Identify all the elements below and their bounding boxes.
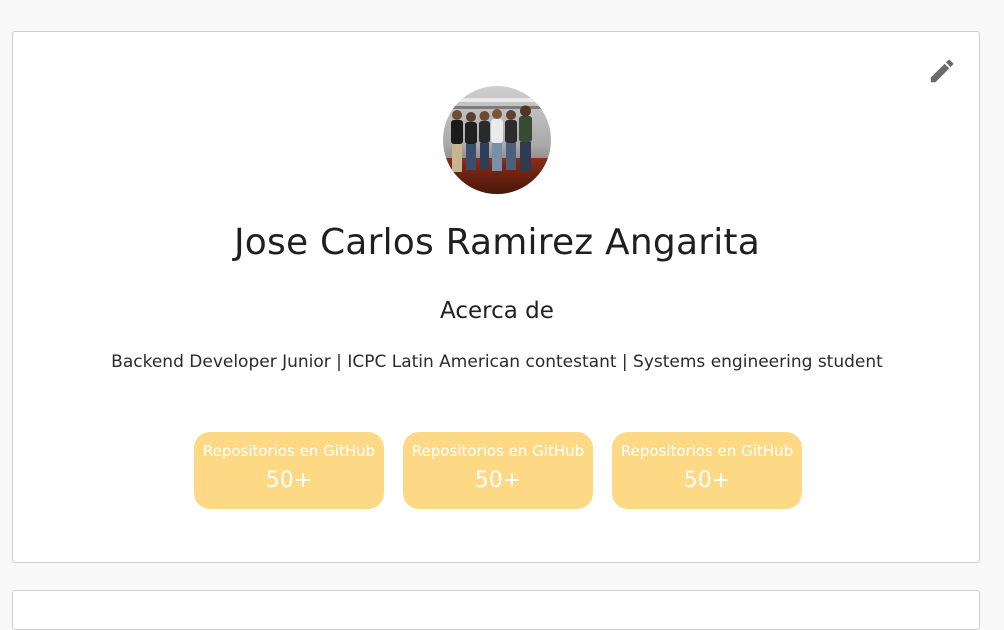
stat-card: Repositorios en GitHub 50+ [612, 432, 802, 509]
profile-name: Jose Carlos Ramirez Angarita [233, 222, 760, 263]
avatar-photo [443, 86, 551, 194]
about-heading: Acerca de [440, 298, 554, 324]
avatar [443, 86, 551, 194]
secondary-card [12, 590, 980, 630]
stats-row: Repositorios en GitHub 50+ Repositorios … [194, 432, 802, 509]
stat-value: 50+ [265, 468, 313, 493]
pencil-icon [930, 59, 954, 83]
stat-card: Repositorios en GitHub 50+ [194, 432, 384, 509]
profile-card: Jose Carlos Ramirez Angarita Acerca de B… [12, 31, 980, 563]
stat-value: 50+ [474, 468, 522, 493]
stat-label: Repositorios en GitHub [202, 442, 376, 460]
about-description: Backend Developer Junior | ICPC Latin Am… [111, 352, 883, 372]
stat-label: Repositorios en GitHub [411, 442, 585, 460]
stat-card: Repositorios en GitHub 50+ [403, 432, 593, 509]
stat-label: Repositorios en GitHub [620, 442, 794, 460]
stat-value: 50+ [683, 468, 731, 493]
edit-profile-button[interactable] [925, 54, 959, 88]
